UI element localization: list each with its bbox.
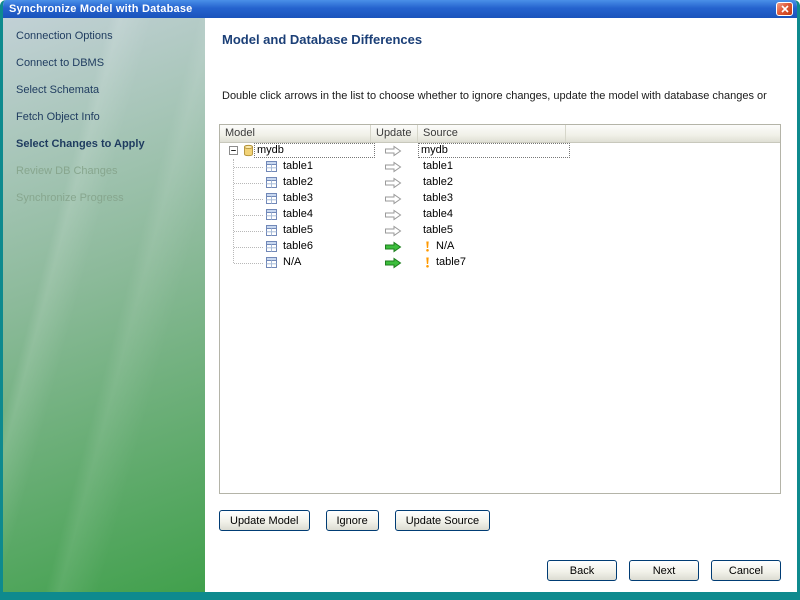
- column-header-model: Model: [220, 125, 371, 142]
- next-button[interactable]: Next: [629, 560, 699, 581]
- table-icon: [266, 209, 277, 220]
- warning-icon: [424, 241, 431, 252]
- tree-row-table1[interactable]: table1 table1: [220, 159, 780, 175]
- tree-row-n-a[interactable]: N/A table7: [220, 255, 780, 271]
- tree-row-table5[interactable]: table5 table5: [220, 223, 780, 239]
- page-title: Model and Database Differences: [222, 32, 422, 47]
- hollow-arrow[interactable]: [384, 177, 402, 189]
- table-icon: [266, 241, 277, 252]
- model-label: table3: [280, 192, 316, 205]
- action-buttons: Update Model Ignore Update Source: [219, 510, 490, 531]
- hollow-arrow[interactable]: [384, 161, 402, 173]
- sidebar-step-fetch-object-info: Fetch Object Info: [3, 103, 205, 130]
- warning-icon: [424, 257, 431, 268]
- model-label: table1: [280, 160, 316, 173]
- differences-table: ModelUpdateSource mydbmydbtable1table1ta…: [219, 124, 781, 494]
- source-label: table7: [433, 256, 469, 269]
- source-label: table5: [420, 224, 456, 237]
- sidebar-step-connect-to-dbms: Connect to DBMS: [3, 49, 205, 76]
- source-label: N/A: [433, 240, 457, 253]
- nav-buttons: Back Next Cancel: [547, 560, 781, 581]
- tree-row-mydb[interactable]: mydb mydb: [220, 143, 780, 159]
- tree-row-table2[interactable]: table2 table2: [220, 175, 780, 191]
- expander-minus-icon[interactable]: [229, 146, 238, 155]
- ignore-button[interactable]: Ignore: [326, 510, 379, 531]
- instruction-text: Double click arrows in the list to choos…: [222, 90, 792, 102]
- wizard-sidebar: Connection OptionsConnect to DBMSSelect …: [3, 18, 205, 592]
- source-label: table1: [420, 160, 456, 173]
- tree-row-table4[interactable]: table4 table4: [220, 207, 780, 223]
- diff-tree: mydbmydbtable1table1table2table2table3ta…: [220, 143, 780, 493]
- green-arrow[interactable]: [384, 241, 402, 253]
- model-label: table5: [280, 224, 316, 237]
- window-title: Synchronize Model with Database: [9, 3, 776, 15]
- table-icon: [266, 177, 277, 188]
- model-label: table6: [280, 240, 316, 253]
- column-header-update: Update: [371, 125, 418, 142]
- source-label: mydb: [418, 143, 570, 158]
- table-icon: [266, 225, 277, 236]
- sidebar-step-review-db-changes: Review DB Changes: [3, 157, 205, 184]
- main-panel: Model and Database Differences Double cl…: [205, 18, 797, 592]
- table-icon: [266, 193, 277, 204]
- hollow-arrow[interactable]: [384, 225, 402, 237]
- model-label: mydb: [254, 143, 375, 158]
- tree-row-table6[interactable]: table6 N/A: [220, 239, 780, 255]
- update-model-button[interactable]: Update Model: [219, 510, 310, 531]
- table-icon: [266, 257, 277, 268]
- back-button[interactable]: Back: [547, 560, 617, 581]
- sidebar-step-synchronize-progress: Synchronize Progress: [3, 184, 205, 211]
- wizard-steps: Connection OptionsConnect to DBMSSelect …: [3, 18, 205, 211]
- table-icon: [266, 161, 277, 172]
- sidebar-step-select-changes-to-apply: Select Changes to Apply: [3, 130, 205, 157]
- source-label: table2: [420, 176, 456, 189]
- hollow-arrow[interactable]: [384, 193, 402, 205]
- update-source-button[interactable]: Update Source: [395, 510, 490, 531]
- close-icon: [781, 5, 789, 13]
- model-label: N/A: [280, 256, 304, 269]
- titlebar[interactable]: Synchronize Model with Database: [3, 0, 797, 18]
- model-label: table2: [280, 176, 316, 189]
- wizard-window: Synchronize Model with Database Connecti…: [0, 0, 800, 600]
- tree-row-table3[interactable]: table3 table3: [220, 191, 780, 207]
- green-arrow[interactable]: [384, 257, 402, 269]
- hollow-arrow[interactable]: [384, 209, 402, 221]
- source-label: table3: [420, 192, 456, 205]
- column-header-source: Source: [418, 125, 566, 142]
- sidebar-step-select-schemata: Select Schemata: [3, 76, 205, 103]
- diff-table-header: ModelUpdateSource: [220, 125, 780, 143]
- model-label: table4: [280, 208, 316, 221]
- cancel-button[interactable]: Cancel: [711, 560, 781, 581]
- sidebar-step-connection-options: Connection Options: [3, 22, 205, 49]
- close-button[interactable]: [776, 2, 793, 16]
- source-label: table4: [420, 208, 456, 221]
- column-header-filler: [566, 125, 780, 142]
- hollow-arrow[interactable]: [384, 145, 402, 157]
